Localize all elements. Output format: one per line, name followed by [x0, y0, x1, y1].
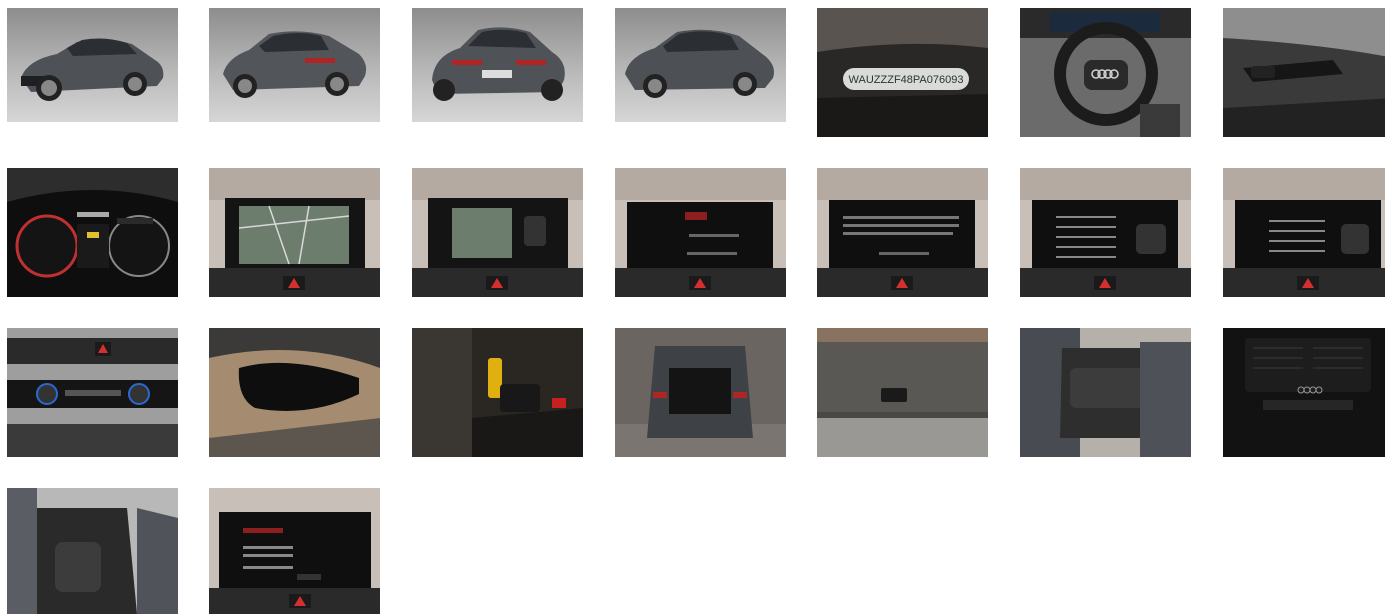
- photo-open-trunk[interactable]: [615, 328, 786, 457]
- photo-navigation-map-2[interactable]: [412, 168, 583, 297]
- photo-assist-settings-2[interactable]: [1223, 168, 1385, 297]
- photo-vin-plate[interactable]: WAUZZZF48PA076093: [817, 8, 988, 137]
- photo-car-rear-three-quarter[interactable]: [209, 8, 380, 122]
- cluster-icon: [7, 168, 178, 297]
- photo-screen-message[interactable]: [817, 168, 988, 297]
- photo-screen-menu[interactable]: [615, 168, 786, 297]
- screen-icon: [615, 168, 786, 297]
- photo-steering-wheel[interactable]: [1020, 8, 1191, 137]
- climate-icon: [7, 328, 178, 457]
- tailgate-icon: [817, 328, 988, 457]
- photo-tailgate-button[interactable]: [817, 328, 988, 457]
- photo-car-rear[interactable]: [412, 8, 583, 122]
- photo-rear-seats[interactable]: [1020, 328, 1191, 457]
- mirror-icon: [209, 328, 380, 457]
- screen-icon: [817, 168, 988, 297]
- photo-navigation-map[interactable]: [209, 168, 380, 297]
- screen-icon: [209, 488, 380, 614]
- car-photo-icon: [209, 8, 380, 122]
- seat-icon: [7, 488, 178, 614]
- car-photo-icon: [7, 8, 178, 122]
- screen-icon: [209, 168, 380, 297]
- car-photo-icon: [615, 8, 786, 122]
- car-photo-icon: [412, 8, 583, 122]
- photo-assist-settings[interactable]: [1020, 168, 1191, 297]
- photo-key-and-console[interactable]: [412, 328, 583, 457]
- photo-gallery: WAUZZZF48PA076093: [0, 0, 1385, 614]
- photo-wiper-stalk[interactable]: [1223, 8, 1385, 137]
- screen-icon: [412, 168, 583, 297]
- photo-rear-view-mirror[interactable]: [209, 328, 380, 457]
- stalk-icon: [1223, 8, 1385, 137]
- photo-car-front-side[interactable]: [615, 8, 786, 122]
- photo-rear-vents[interactable]: [1223, 328, 1385, 457]
- vin-label: WAUZZZF48PA076093: [849, 74, 964, 86]
- photo-front-seats[interactable]: [7, 488, 178, 614]
- screen-icon: [1020, 168, 1191, 297]
- photo-service-screen[interactable]: [209, 488, 380, 614]
- trunk-icon: [615, 328, 786, 457]
- screen-icon: [1223, 168, 1385, 297]
- photo-instrument-cluster[interactable]: [7, 168, 178, 297]
- vent-icon: [1223, 328, 1385, 457]
- steering-wheel-icon: [1020, 8, 1191, 137]
- key-icon: [412, 328, 583, 457]
- photo-car-front-three-quarter[interactable]: [7, 8, 178, 122]
- seat-icon: [1020, 328, 1191, 457]
- photo-climate-controls[interactable]: [7, 328, 178, 457]
